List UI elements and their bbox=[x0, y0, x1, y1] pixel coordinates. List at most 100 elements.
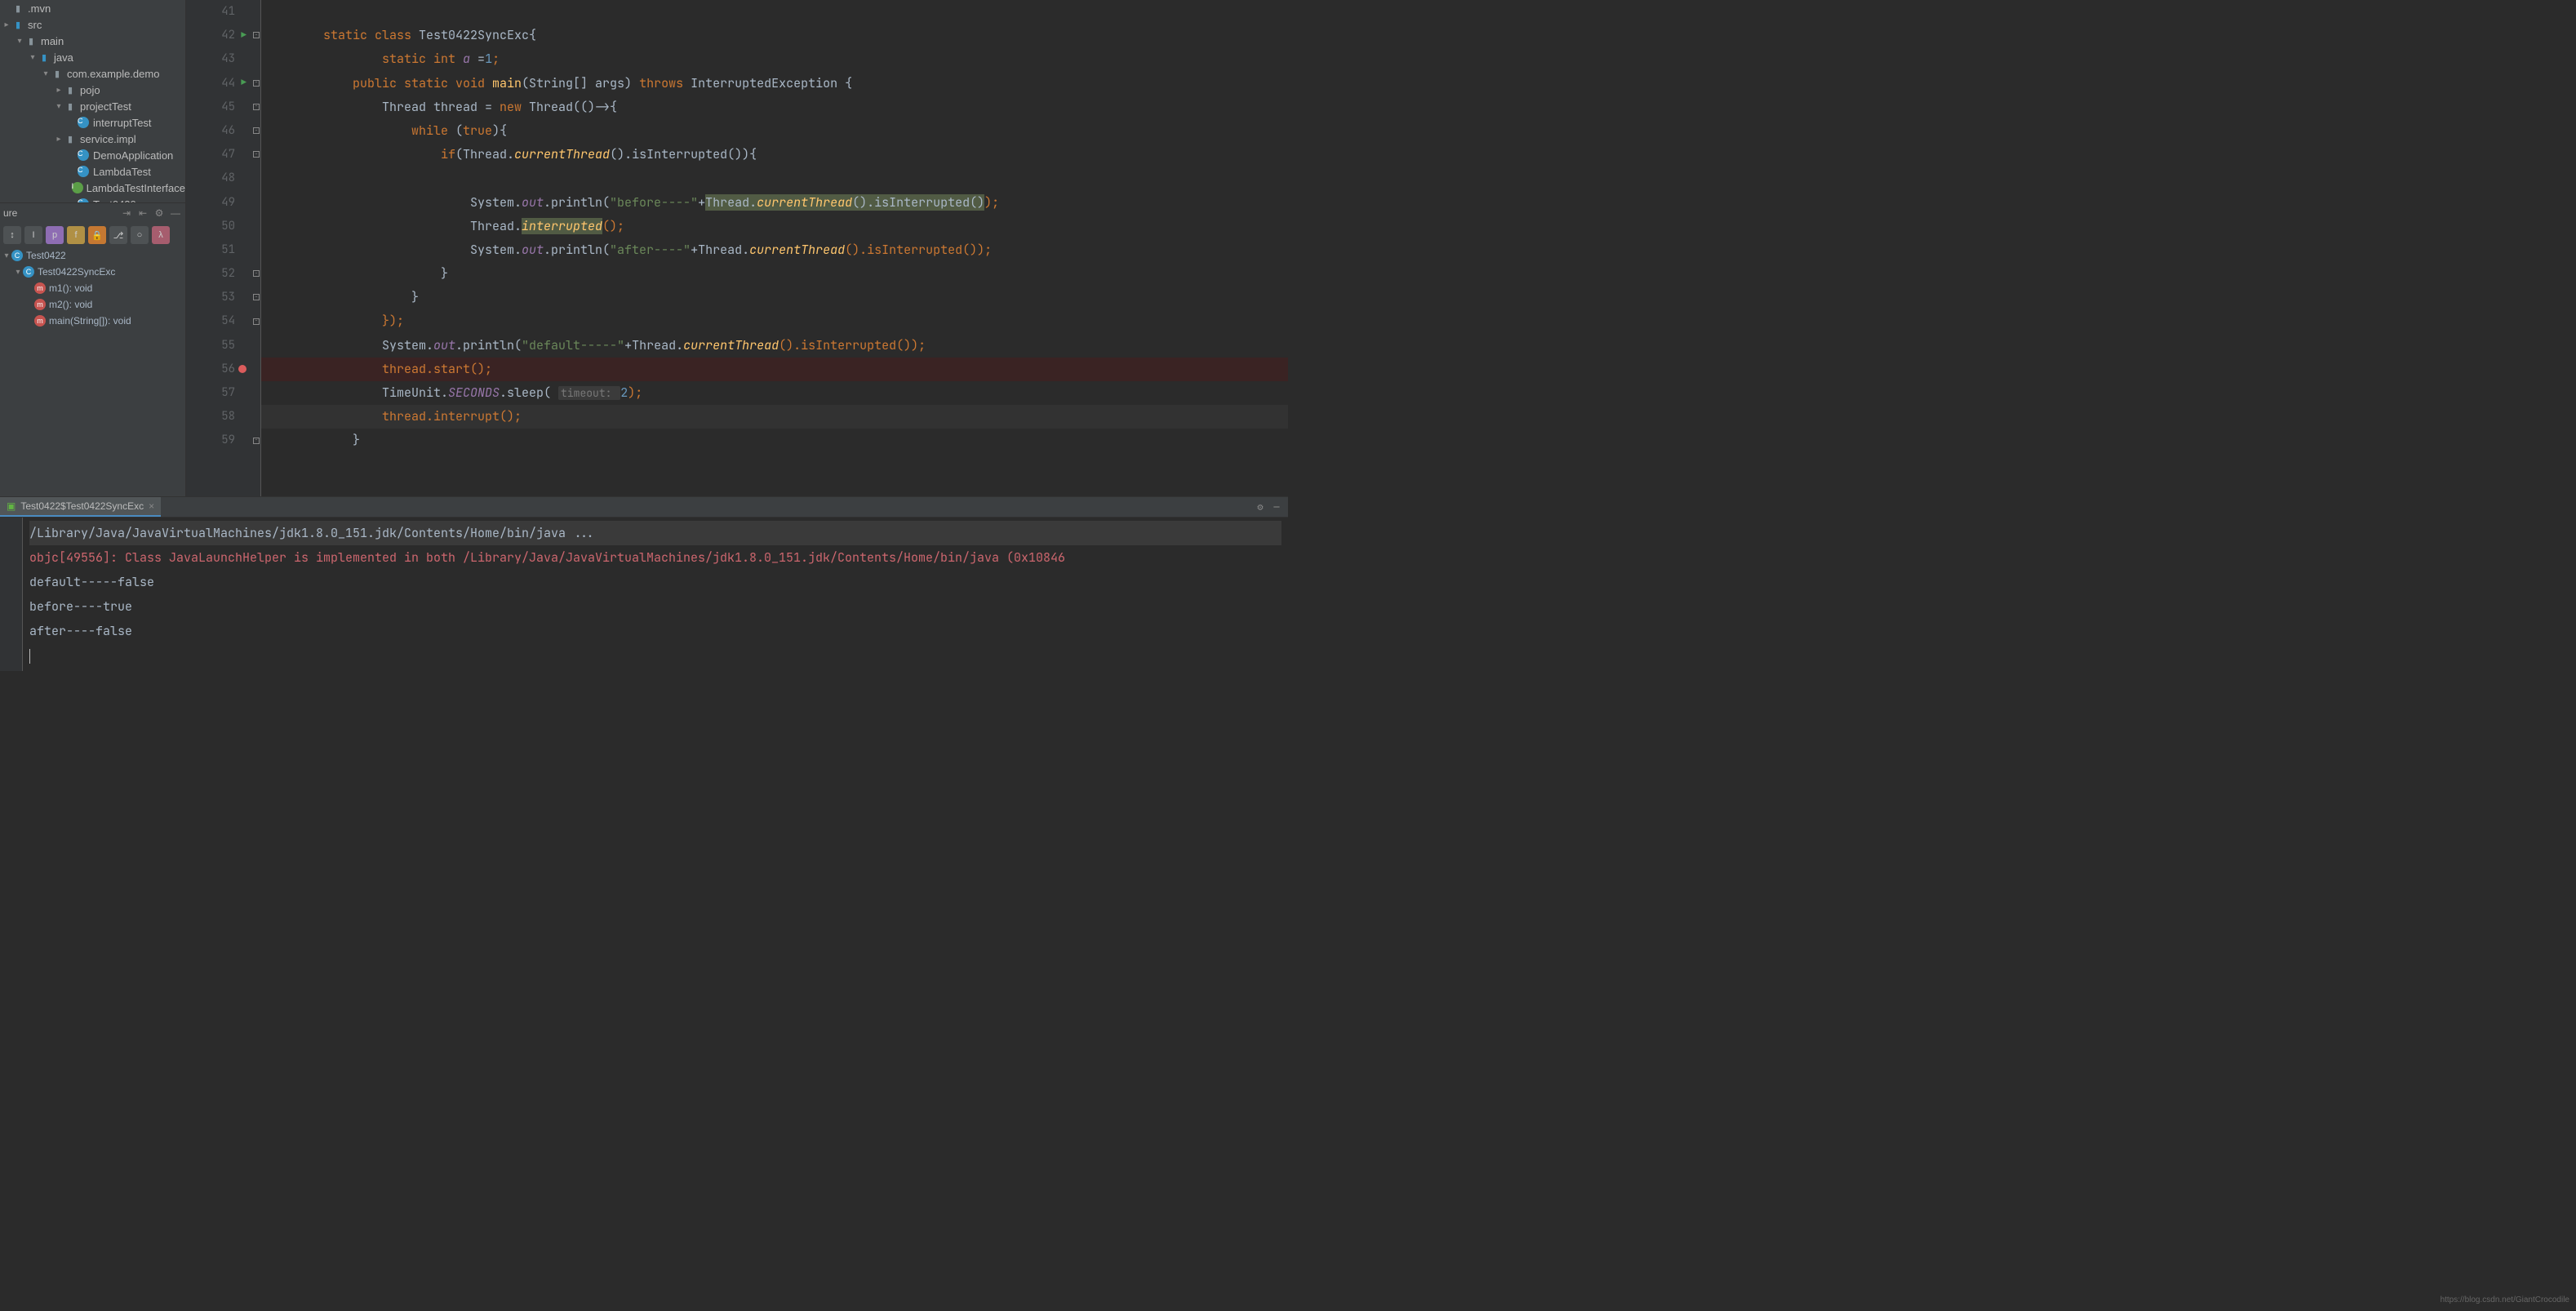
gutter-line[interactable]: 52 bbox=[186, 262, 235, 286]
structure-expand-icon[interactable]: ⇥ bbox=[120, 207, 133, 219]
run-gutter-icon[interactable]: ▶ bbox=[241, 72, 246, 96]
code-line[interactable]: thread.start(); bbox=[261, 358, 1288, 381]
tree-item[interactable]: ▮.mvn bbox=[0, 0, 185, 16]
tree-item[interactable]: ▸▮service.impl bbox=[0, 131, 185, 147]
gutter-line[interactable]: 45 bbox=[186, 96, 235, 119]
fold-toggle-icon[interactable]: − bbox=[253, 270, 260, 277]
tree-item[interactable]: ▾▮java bbox=[0, 49, 185, 65]
fold-toggle-icon[interactable]: − bbox=[253, 318, 260, 325]
fold-toggle-icon[interactable]: − bbox=[253, 32, 260, 38]
gutter-line[interactable]: 50 bbox=[186, 215, 235, 238]
gutter-line[interactable]: 49 bbox=[186, 191, 235, 215]
structure-list[interactable]: ▾CTest0422▾CTest0422SyncExcmm1(): voidmm… bbox=[0, 247, 185, 329]
code-line[interactable]: while (true){ bbox=[294, 119, 1288, 143]
tool-f-icon[interactable]: f bbox=[67, 226, 85, 244]
code-line[interactable]: System.out.println("default-----"+Thread… bbox=[294, 334, 1288, 358]
chevron-icon[interactable]: ▾ bbox=[54, 102, 64, 111]
console-tab-active[interactable]: ▣ Test0422$Test0422SyncExc × bbox=[0, 497, 161, 517]
tree-item[interactable]: ▾▮projectTest bbox=[0, 98, 185, 114]
tool-circle-icon[interactable]: ○ bbox=[131, 226, 149, 244]
console-gear-icon[interactable]: ⚙ bbox=[1254, 500, 1267, 513]
structure-item[interactable]: mm2(): void bbox=[0, 296, 185, 313]
tool-lambda-icon[interactable]: λ bbox=[152, 226, 170, 244]
structure-gear-icon[interactable]: ⚙ bbox=[153, 207, 166, 219]
gutter-line[interactable]: 55 bbox=[186, 334, 235, 358]
gutter-line[interactable]: 56 bbox=[186, 358, 235, 381]
close-tab-icon[interactable]: × bbox=[149, 500, 154, 512]
gutter-line[interactable]: 48 bbox=[186, 167, 235, 190]
chevron-icon[interactable]: ▾ bbox=[28, 53, 38, 62]
code-line[interactable]: public static void main(String[] args) t… bbox=[294, 72, 1288, 96]
fold-toggle-icon[interactable]: − bbox=[253, 151, 260, 158]
structure-item[interactable]: mmain(String[]): void bbox=[0, 313, 185, 329]
code-line[interactable]: Thread thread = new Thread(()->{ bbox=[294, 96, 1288, 119]
structure-item[interactable]: ▾CTest0422 bbox=[0, 247, 185, 264]
breakpoint-icon[interactable] bbox=[238, 365, 246, 373]
fold-column[interactable]: − − − − − − − − − bbox=[251, 0, 261, 496]
code-line[interactable]: System.out.println("after----"+Thread.cu… bbox=[294, 238, 1288, 262]
tree-item[interactable]: ▾▮main bbox=[0, 33, 185, 49]
tool-i-icon[interactable]: I bbox=[24, 226, 42, 244]
tree-item[interactable]: ILambdaTestInterface bbox=[0, 180, 185, 196]
tree-item[interactable]: CLambdaTest bbox=[0, 163, 185, 180]
gutter-line[interactable]: 54 bbox=[186, 309, 235, 333]
gutter-line[interactable]: 53 bbox=[186, 286, 235, 309]
gutter-line[interactable]: 46 bbox=[186, 119, 235, 143]
tree-item[interactable]: CinterruptTest bbox=[0, 114, 185, 131]
gutter-line[interactable]: 57 bbox=[186, 381, 235, 405]
fold-toggle-icon[interactable]: − bbox=[253, 80, 260, 87]
fold-toggle-icon[interactable]: − bbox=[253, 104, 260, 110]
gutter-line[interactable]: 41 bbox=[186, 0, 235, 24]
tool-sort-icon[interactable]: ↕ bbox=[3, 226, 21, 244]
project-tree[interactable]: ▮.mvn▸▮src▾▮main▾▮java▾▮com.example.demo… bbox=[0, 0, 185, 202]
code-line[interactable]: static int a =1; bbox=[294, 47, 1288, 71]
chevron-icon[interactable]: ▸ bbox=[2, 20, 11, 29]
gutter-line[interactable]: 51 bbox=[186, 238, 235, 262]
structure-minimize-icon[interactable]: — bbox=[169, 207, 182, 219]
tool-branch-icon[interactable]: ⎇ bbox=[109, 226, 127, 244]
run-gutter-icon[interactable]: ▶ bbox=[241, 24, 246, 47]
code-line[interactable]: TimeUnit.SECONDS.sleep( timeout: 2); bbox=[294, 381, 1288, 405]
code-line[interactable] bbox=[294, 0, 1288, 24]
interface-icon: I bbox=[72, 181, 83, 194]
gutter-line[interactable]: 43 bbox=[186, 47, 235, 71]
fold-toggle-icon[interactable]: − bbox=[253, 438, 260, 444]
code-line[interactable]: if(Thread.currentThread().isInterrupted(… bbox=[294, 143, 1288, 167]
chevron-icon[interactable]: ▾ bbox=[15, 37, 24, 46]
tree-item[interactable]: CTest0420 bbox=[0, 196, 185, 202]
code-line[interactable]: } bbox=[294, 262, 1288, 286]
code-editor[interactable]: 4142▶4344▶454647484950515253545556575859… bbox=[186, 0, 1288, 496]
structure-collapse-icon[interactable]: ⇤ bbox=[136, 207, 149, 219]
tool-p-icon[interactable]: p bbox=[46, 226, 64, 244]
gutter-line[interactable]: 47 bbox=[186, 143, 235, 167]
structure-item[interactable]: ▾CTest0422SyncExc bbox=[0, 264, 185, 280]
code-area[interactable]: static class Test0422SyncExc{ static int… bbox=[261, 0, 1288, 496]
tree-item[interactable]: ▸▮pojo bbox=[0, 82, 185, 98]
code-line[interactable]: static class Test0422SyncExc{ bbox=[294, 24, 1288, 47]
tree-item[interactable]: ▾▮com.example.demo bbox=[0, 65, 185, 82]
method-icon: m bbox=[34, 299, 46, 310]
tool-lock-icon[interactable]: 🔒 bbox=[88, 226, 106, 244]
code-line[interactable]: } bbox=[294, 429, 1288, 452]
code-line[interactable] bbox=[294, 167, 1288, 190]
editor-gutter[interactable]: 4142▶4344▶454647484950515253545556575859 bbox=[186, 0, 251, 496]
chevron-icon[interactable]: ▸ bbox=[54, 135, 64, 144]
gutter-line[interactable]: 59 bbox=[186, 429, 235, 452]
tree-item[interactable]: CDemoApplication bbox=[0, 147, 185, 163]
gutter-line[interactable]: 42▶ bbox=[186, 24, 235, 47]
code-line[interactable]: System.out.println("before----"+Thread.c… bbox=[294, 191, 1288, 215]
code-line[interactable]: thread.interrupt(); bbox=[261, 405, 1288, 429]
console-minimize-icon[interactable]: — bbox=[1270, 500, 1283, 513]
code-line[interactable]: }); bbox=[294, 309, 1288, 333]
structure-item[interactable]: mm1(): void bbox=[0, 280, 185, 296]
code-line[interactable]: Thread.interrupted(); bbox=[294, 215, 1288, 238]
tree-item[interactable]: ▸▮src bbox=[0, 16, 185, 33]
console-output[interactable]: /Library/Java/JavaVirtualMachines/jdk1.8… bbox=[23, 518, 1288, 671]
fold-toggle-icon[interactable]: − bbox=[253, 127, 260, 134]
chevron-icon[interactable]: ▸ bbox=[54, 86, 64, 95]
gutter-line[interactable]: 44▶ bbox=[186, 72, 235, 96]
gutter-line[interactable]: 58 bbox=[186, 405, 235, 429]
chevron-icon[interactable]: ▾ bbox=[41, 69, 51, 78]
code-line[interactable]: } bbox=[294, 286, 1288, 309]
fold-toggle-icon[interactable]: − bbox=[253, 294, 260, 300]
